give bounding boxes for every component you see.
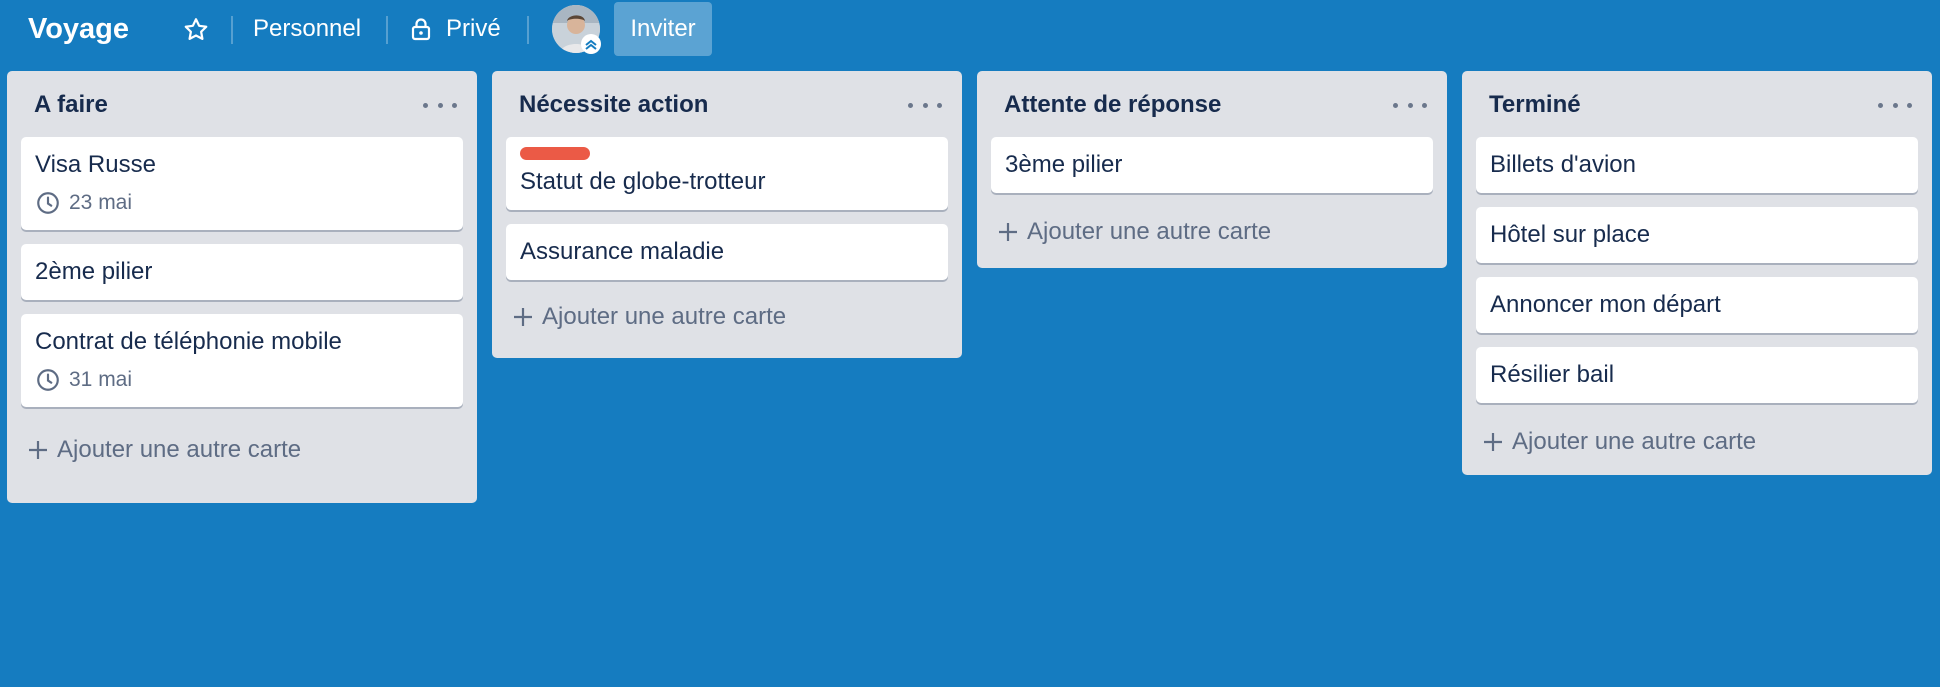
card-title: Contrat de téléphonie mobile	[35, 328, 342, 355]
card[interactable]: Hôtel sur place	[1476, 207, 1918, 263]
list-title[interactable]: A faire	[34, 90, 108, 120]
lock-icon	[410, 17, 432, 41]
add-card-button[interactable]: Ajouter une autre carte	[7, 421, 477, 479]
header-divider	[527, 16, 529, 44]
card-title: Statut de globe-trotteur	[520, 168, 766, 195]
card-list: 3ème pilier	[977, 137, 1447, 193]
card[interactable]: Billets d'avion	[1476, 137, 1918, 193]
list-a-faire: A faire Visa Russe 23 mai 2ème pilier Co…	[7, 71, 477, 503]
card-title: Résilier bail	[1490, 361, 1615, 388]
due-date: 23 mai	[69, 191, 133, 214]
list-header: Attente de réponse	[977, 71, 1447, 137]
card-list: Statut de globe-trotteur Assurance malad…	[492, 137, 962, 280]
team-button[interactable]: Personnel	[253, 0, 361, 58]
card[interactable]: Contrat de téléphonie mobile 31 mai	[21, 314, 463, 407]
list-header: Nécessite action	[492, 71, 962, 137]
board-title[interactable]: Voyage	[28, 10, 129, 48]
team-label: Personnel	[253, 15, 362, 42]
list-menu-icon[interactable]	[1393, 90, 1427, 120]
card-title: Annoncer mon départ	[1490, 291, 1721, 318]
invite-button[interactable]: Inviter	[614, 2, 712, 56]
card-list: Visa Russe 23 mai 2ème pilier Contrat de…	[7, 137, 477, 407]
card[interactable]: 2ème pilier	[21, 244, 463, 300]
card-title: 3ème pilier	[1005, 151, 1123, 178]
admin-badge-icon	[581, 34, 601, 54]
card-list: Billets d'avion Hôtel sur place Annoncer…	[1462, 137, 1932, 403]
add-card-label: Ajouter une autre carte	[57, 436, 302, 463]
card-title: Visa Russe	[35, 151, 156, 178]
card[interactable]: Statut de globe-trotteur	[506, 137, 948, 210]
clock-icon	[35, 367, 69, 393]
list-menu-icon[interactable]	[1878, 90, 1912, 120]
list-title[interactable]: Attente de réponse	[1004, 90, 1221, 120]
card-label-red[interactable]	[520, 147, 590, 160]
card[interactable]: 3ème pilier	[991, 137, 1433, 193]
card-title: Billets d'avion	[1490, 151, 1636, 178]
board-header: Voyage Personnel Privé Inviter	[0, 0, 1940, 58]
card[interactable]: Visa Russe 23 mai	[21, 137, 463, 230]
list-termine: Terminé Billets d'avion Hôtel sur place …	[1462, 71, 1932, 475]
add-card-button[interactable]: Ajouter une autre carte	[492, 288, 962, 346]
card-title: Hôtel sur place	[1490, 221, 1651, 248]
list-menu-icon[interactable]	[908, 90, 942, 120]
list-attente-de-reponse: Attente de réponse 3ème pilier Ajouter u…	[977, 71, 1447, 268]
header-divider	[231, 16, 233, 44]
card[interactable]: Assurance maladie	[506, 224, 948, 280]
plus-icon	[1482, 431, 1504, 453]
card-title: Assurance maladie	[520, 238, 725, 265]
header-divider	[386, 16, 388, 44]
plus-icon	[27, 439, 49, 461]
star-icon[interactable]	[182, 16, 210, 44]
list-header: Terminé	[1462, 71, 1932, 137]
due-date: 31 mai	[69, 368, 133, 391]
visibility-label: Privé	[446, 15, 501, 42]
plus-icon	[512, 306, 534, 328]
list-header: A faire	[7, 71, 477, 137]
list-title[interactable]: Nécessite action	[519, 90, 708, 120]
list-title[interactable]: Terminé	[1489, 90, 1581, 120]
list-menu-icon[interactable]	[423, 90, 457, 120]
add-card-label: Ajouter une autre carte	[542, 303, 787, 330]
visibility-button[interactable]: Privé	[410, 0, 501, 58]
add-card-label: Ajouter une autre carte	[1027, 218, 1272, 245]
add-card-button[interactable]: Ajouter une autre carte	[977, 203, 1447, 261]
clock-icon	[35, 190, 69, 216]
due-date-badge: 31 mai	[35, 366, 449, 394]
add-card-label: Ajouter une autre carte	[1512, 428, 1757, 455]
add-card-button[interactable]: Ajouter une autre carte	[1462, 413, 1932, 471]
list-necessite-action: Nécessite action Statut de globe-trotteu…	[492, 71, 962, 358]
card[interactable]: Annoncer mon départ	[1476, 277, 1918, 333]
due-date-badge: 23 mai	[35, 189, 449, 217]
card-title: 2ème pilier	[35, 258, 153, 285]
plus-icon	[997, 221, 1019, 243]
card[interactable]: Résilier bail	[1476, 347, 1918, 403]
